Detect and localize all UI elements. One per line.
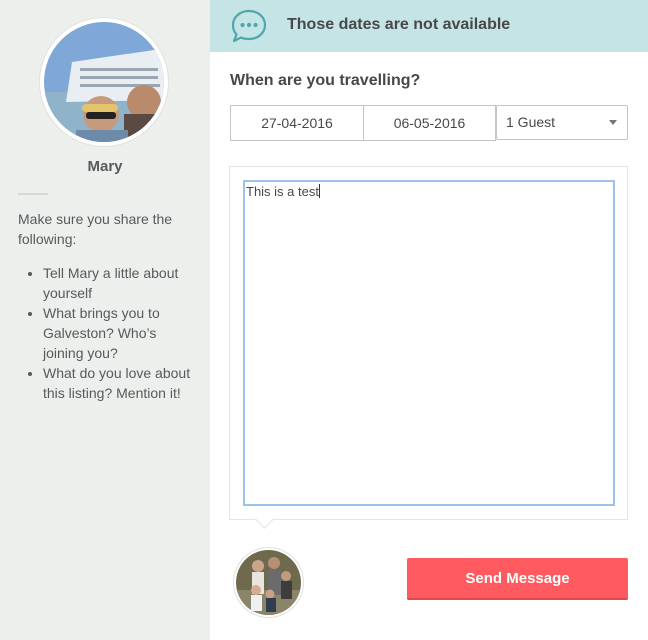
checkin-date-input[interactable]: 27-04-2016	[230, 105, 364, 141]
banner-message: Those dates are not available	[287, 16, 511, 33]
chevron-down-icon	[609, 120, 617, 125]
message-text: This is a test	[246, 184, 319, 199]
tip-item: What brings you to Galveston? Who’s join…	[43, 303, 198, 363]
chat-bubble-icon	[230, 8, 268, 49]
travel-question: When are you travelling?	[230, 72, 421, 89]
text-cursor	[318, 184, 320, 198]
host-name: Mary	[87, 158, 123, 175]
availability-banner: Those dates are not available	[210, 0, 648, 52]
guest-avatar	[234, 548, 303, 617]
sidebar-divider	[18, 193, 48, 195]
host-avatar	[40, 18, 168, 146]
tip-item: Tell Mary a little about yourself	[43, 263, 198, 303]
send-message-button[interactable]: Send Message	[407, 558, 628, 600]
tips-list: Tell Mary a little about yourself What b…	[18, 263, 198, 403]
tip-item: What do you love about this listing? Men…	[43, 363, 198, 403]
sidebar-intro: Make sure you share the following:	[18, 211, 173, 247]
message-textarea[interactable]: This is a test	[243, 180, 615, 506]
checkout-date-input[interactable]: 06-05-2016	[363, 105, 496, 141]
host-sidebar: Mary Make sure you share the following: …	[0, 0, 210, 640]
guests-select[interactable]: 1 Guest	[496, 105, 628, 140]
guests-select-value: 1 Guest	[506, 114, 556, 130]
